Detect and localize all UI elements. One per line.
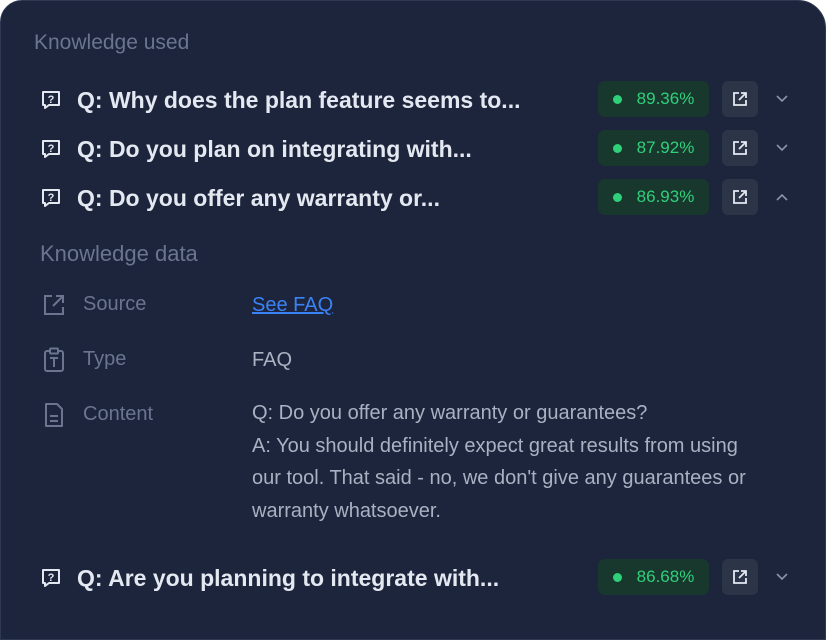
question-box-icon: ? bbox=[39, 88, 63, 112]
score-value: 86.93% bbox=[636, 187, 695, 206]
score-dot-icon bbox=[612, 572, 622, 582]
content-line: Q: Do you offer any warranty or guarante… bbox=[252, 402, 648, 424]
knowledge-question: Q: Do you offer any warranty or... bbox=[77, 184, 440, 211]
knowledge-item[interactable]: ? Q: Do you plan on integrating with... … bbox=[39, 130, 799, 168]
similarity-score-badge: 87.92% bbox=[598, 130, 709, 166]
content-line: our tool. That said - no, we don't give … bbox=[252, 467, 746, 489]
score-value: 87.92% bbox=[636, 138, 695, 157]
knowledge-question: Q: Do you plan on integrating with... bbox=[77, 135, 472, 162]
content-line: A: You should definitely expect great re… bbox=[252, 434, 738, 457]
chevron-down-icon bbox=[776, 144, 788, 152]
external-link-icon bbox=[733, 570, 747, 584]
external-link-icon bbox=[733, 190, 747, 204]
open-source-button[interactable] bbox=[722, 559, 758, 595]
open-source-button[interactable] bbox=[722, 81, 758, 117]
svg-text:?: ? bbox=[48, 192, 55, 204]
see-faq-link[interactable]: See FAQ bbox=[252, 293, 797, 317]
question-box-icon: ? bbox=[39, 566, 63, 590]
expand-toggle[interactable] bbox=[772, 559, 792, 595]
similarity-score-badge: 86.93% bbox=[598, 179, 709, 215]
knowledge-question: Q: Are you planning to integrate with... bbox=[77, 564, 500, 591]
open-source-button[interactable] bbox=[722, 130, 758, 166]
similarity-score-badge: 86.68% bbox=[598, 559, 709, 595]
score-dot-icon bbox=[612, 143, 622, 153]
chevron-up-icon bbox=[776, 193, 788, 201]
svg-text:?: ? bbox=[48, 143, 55, 155]
similarity-score-badge: 89.36% bbox=[598, 81, 709, 117]
knowledge-question: Q: Why does the plan feature seems to... bbox=[77, 86, 521, 113]
expand-toggle[interactable] bbox=[772, 81, 792, 117]
question-box-icon: ? bbox=[39, 137, 63, 161]
source-link-icon bbox=[41, 292, 67, 318]
clipboard-type-icon bbox=[41, 347, 67, 373]
knowledge-panel: Knowledge used ? Q: Why does the plan fe… bbox=[0, 0, 826, 640]
external-link-icon bbox=[733, 92, 747, 106]
knowledge-data-title: Knowledge data bbox=[40, 241, 198, 266]
content-line: warranty whatsoever. bbox=[252, 499, 441, 522]
type-value: FAQ bbox=[252, 349, 293, 371]
content-label: Content bbox=[83, 403, 154, 425]
question-box-icon: ? bbox=[39, 186, 63, 210]
open-source-button[interactable] bbox=[722, 179, 758, 215]
score-value: 89.36% bbox=[636, 89, 695, 108]
type-label: Type bbox=[83, 348, 127, 370]
chevron-down-icon bbox=[776, 95, 788, 103]
svg-text:?: ? bbox=[48, 572, 55, 584]
knowledge-item[interactable]: ? Q: Why does the plan feature seems to.… bbox=[39, 81, 799, 119]
knowledge-used-title: Knowledge used bbox=[34, 31, 190, 54]
content-value: Q: Do you offer any warranty or guarante… bbox=[252, 397, 797, 527]
source-label: Source bbox=[83, 293, 147, 315]
knowledge-item[interactable]: ? Q: Do you offer any warranty or... 86.… bbox=[39, 179, 799, 217]
collapse-toggle[interactable] bbox=[772, 179, 792, 215]
score-dot-icon bbox=[612, 192, 622, 202]
chevron-down-icon bbox=[776, 573, 788, 581]
document-icon bbox=[41, 402, 67, 428]
knowledge-item[interactable]: ? Q: Are you planning to integrate with.… bbox=[39, 559, 799, 597]
score-value: 86.68% bbox=[636, 567, 695, 586]
expand-toggle[interactable] bbox=[772, 130, 792, 166]
external-link-icon bbox=[733, 141, 747, 155]
svg-text:?: ? bbox=[48, 94, 55, 106]
score-dot-icon bbox=[612, 94, 622, 104]
